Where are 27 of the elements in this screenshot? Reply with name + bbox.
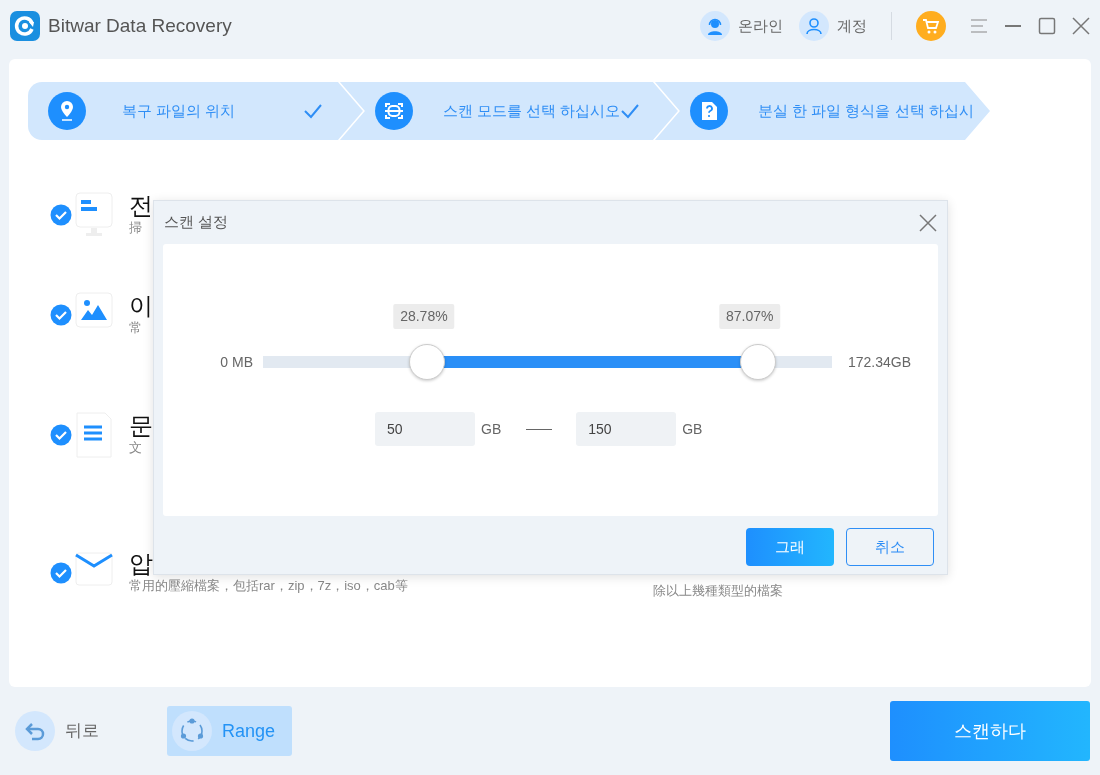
category-title: 문 xyxy=(129,412,153,440)
account-button[interactable]: 계정 xyxy=(799,11,867,41)
step-label: 복구 파일의 위치 xyxy=(122,100,236,121)
percent-reading: 87.07% xyxy=(719,304,781,329)
category-title: 압 xyxy=(129,550,153,578)
min-size-label: 0 MB xyxy=(219,352,253,372)
category-description: 常 xyxy=(129,320,142,336)
category-description: 常用的壓縮檔案，包括rar，zip，7z，iso，cab等 xyxy=(129,578,408,594)
app-title: Bitwar Data Recovery xyxy=(48,13,232,38)
category-description: 掃 xyxy=(129,220,142,236)
unit-label: GB xyxy=(481,419,502,439)
max-size-label: 172.34GB xyxy=(848,352,912,372)
percent-reading: 28.78% xyxy=(393,304,455,329)
category-title: 전 xyxy=(129,192,153,220)
category-description: 除以上幾種類型的檔案 xyxy=(653,583,783,599)
step-label: 분실 한 파일 형식을 선택 하십시 xyxy=(757,100,974,121)
scan-button[interactable]: 스캔하다 xyxy=(890,701,1090,761)
back-button[interactable]: 뒤로 xyxy=(15,711,99,751)
category-description: 文 xyxy=(129,440,142,456)
online-support-button[interactable]: 온라인 xyxy=(700,11,783,41)
category-title: 이 xyxy=(129,292,153,320)
dialog-title: 스캔 설정 xyxy=(164,212,229,233)
cancel-button[interactable]: 취소 xyxy=(846,528,934,566)
min-size-field[interactable]: 50 xyxy=(375,412,475,446)
step-label: 스캔 모드를 선택 하십시오 xyxy=(442,100,621,121)
max-size-field[interactable]: 150 xyxy=(576,412,677,446)
unit-label: GB xyxy=(682,419,703,439)
